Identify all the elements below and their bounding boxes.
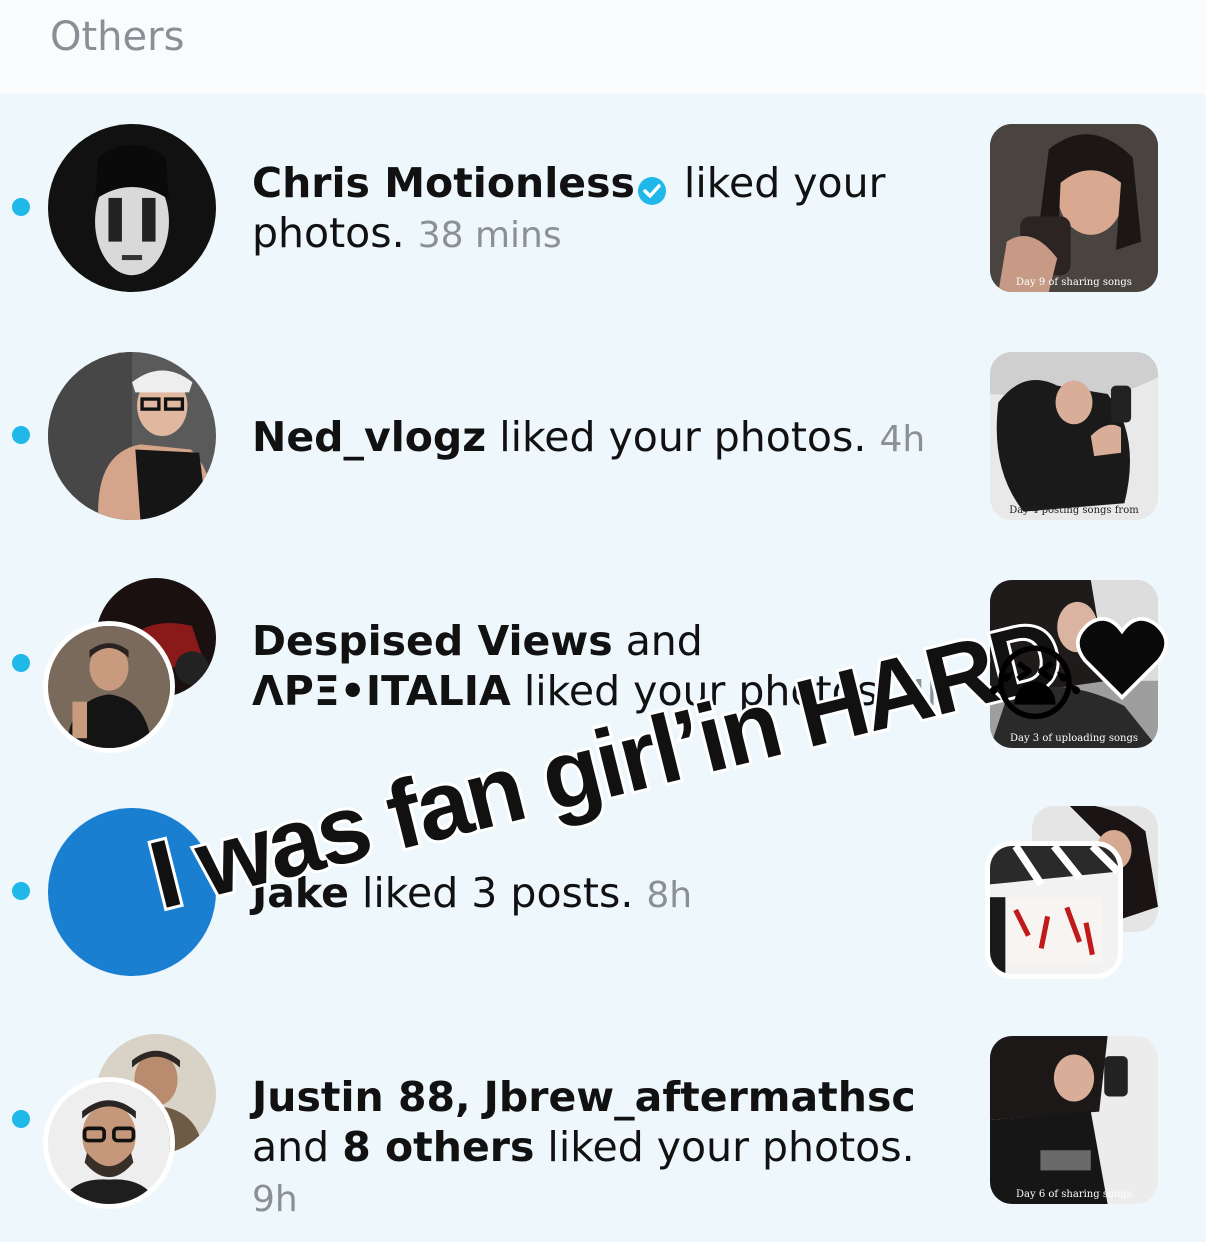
actor-name[interactable]: Jake bbox=[252, 869, 349, 917]
notification-text: Chris Motionless liked your photos. 38 m… bbox=[252, 158, 952, 261]
crying-face-icon: 😭 bbox=[986, 635, 1085, 733]
joiner-text: and bbox=[252, 1123, 330, 1171]
avatar[interactable] bbox=[48, 1082, 170, 1204]
notification-row[interactable]: Justin 88, Jbrew_aftermathsc and 8 other… bbox=[0, 1006, 1206, 1234]
thumbnail-caption: Day 3 of uploading songs bbox=[1009, 733, 1139, 744]
actor-name[interactable]: Justin 88 bbox=[252, 1073, 455, 1121]
notification-row[interactable]: Jake liked 3 posts. 8h bbox=[0, 778, 1206, 1006]
actor-name[interactable]: Chris Motionless bbox=[252, 159, 635, 207]
actor-name[interactable]: Ned_vlogz bbox=[252, 413, 486, 461]
unread-dot bbox=[12, 198, 30, 216]
thumbnail-caption: Day 6 of sharing songs bbox=[1016, 1189, 1132, 1200]
notification-text: Ned_vlogz liked your photos. 4h bbox=[252, 412, 952, 465]
actor-name[interactable]: ΛΡΞ•ITALIA bbox=[252, 667, 511, 715]
thumbnail-caption: Day 4 posting songs from bbox=[1009, 505, 1139, 516]
avatar[interactable] bbox=[48, 352, 216, 520]
notification-row[interactable]: Chris Motionless liked your photos. 38 m… bbox=[0, 94, 1206, 322]
unread-dot bbox=[12, 426, 30, 444]
black-heart-icon bbox=[1076, 614, 1168, 701]
timestamp: 4h bbox=[879, 419, 926, 460]
timestamp: 38 mins bbox=[417, 215, 562, 256]
timestamp: 9h bbox=[252, 1179, 298, 1220]
timestamp: 8h bbox=[646, 875, 693, 916]
verified-badge-icon bbox=[637, 167, 667, 205]
unread-dot bbox=[12, 654, 30, 672]
notification-text: Jake liked 3 posts. 8h bbox=[252, 868, 952, 921]
others-count[interactable]: 8 others bbox=[342, 1123, 534, 1171]
section-title: Others bbox=[50, 14, 185, 60]
unread-dot bbox=[12, 882, 30, 900]
post-thumbnail[interactable]: Day 4 posting songs from bbox=[990, 352, 1158, 520]
joiner-text: and bbox=[625, 617, 703, 665]
post-thumbnail[interactable]: Day 9 of sharing songs bbox=[990, 124, 1158, 292]
action-text: liked 3 posts. bbox=[361, 869, 634, 917]
notification-text: Despised Views and ΛΡΞ•ITALIA liked your… bbox=[252, 616, 952, 719]
action-text: liked your photos. bbox=[499, 413, 867, 461]
section-header: Others bbox=[0, 0, 1206, 94]
unread-dot bbox=[12, 1110, 30, 1128]
action-text: liked your photos. bbox=[547, 1123, 915, 1171]
avatar[interactable] bbox=[48, 626, 170, 748]
notification-row[interactable]: Ned_vlogz liked your photos. 4h Day 4 po… bbox=[0, 322, 1206, 550]
avatar[interactable] bbox=[48, 124, 216, 292]
post-thumbnail[interactable]: Day 6 of sharing songs bbox=[990, 1036, 1158, 1204]
action-text: liked your photos. bbox=[523, 667, 892, 715]
thumbnail-caption: Day 9 of sharing songs bbox=[1016, 277, 1132, 288]
actor-name[interactable]: Jbrew_aftermathsc bbox=[484, 1073, 916, 1121]
notification-text: Justin 88, Jbrew_aftermathsc and 8 other… bbox=[252, 1072, 952, 1225]
timestamp: 4h bbox=[904, 673, 950, 714]
avatar[interactable] bbox=[48, 808, 216, 976]
post-thumbnail[interactable] bbox=[990, 846, 1118, 974]
separator: , bbox=[455, 1073, 471, 1121]
actor-name[interactable]: Despised Views bbox=[252, 617, 613, 665]
